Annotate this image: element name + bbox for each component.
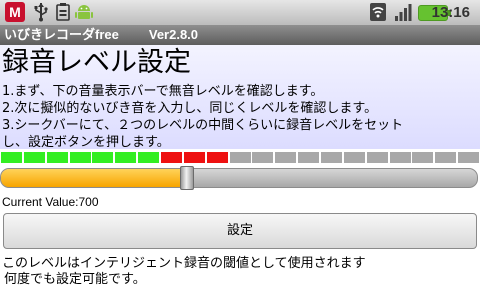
meter-segment-green (92, 152, 113, 163)
instructions-panel: 録音レベル設定 1.まず、下の音量表示バーで無音レベルを確認します。 2.次に擬… (0, 45, 480, 150)
meter-segment-gray (412, 152, 433, 163)
mcafee-icon: M (5, 2, 25, 22)
usb-icon (34, 3, 48, 22)
main-content: 録音レベル設定 1.まず、下の音量表示バーで無音レベルを確認します。 2.次に擬… (0, 45, 480, 288)
meter-segment-gray (367, 152, 388, 163)
signal-icon (395, 4, 412, 21)
meter-segment-green (47, 152, 68, 163)
recording-level-seekbar[interactable] (0, 166, 480, 190)
volume-level-meter (0, 152, 480, 164)
meter-segment-red (184, 152, 205, 163)
instruction-line-2: 2.次に擬似的ないびき音を入力し、同じくレベルを確認します。 (2, 101, 378, 116)
meter-segment-gray (321, 152, 342, 163)
instruction-line-4: し、設定ボタンを押します。 (2, 135, 170, 150)
debug-icon (56, 3, 70, 21)
android-icon (75, 5, 93, 19)
meter-segment-gray (252, 152, 273, 163)
footer-note-1: このレベルはインテリジェント録音の閾値として使用されます (2, 256, 366, 271)
meter-segment-red (161, 152, 182, 163)
meter-segment-green (138, 152, 159, 163)
app-version: Ver2.8.0 (148, 27, 199, 42)
meter-segment-gray (344, 152, 365, 163)
status-clock: 13:16 (431, 4, 470, 21)
footer-note-2: 何度でも設定可能です。 (4, 272, 146, 287)
meter-segment-gray (458, 152, 479, 163)
current-value-label: Current Value:700 (2, 195, 99, 209)
meter-segment-green (70, 152, 91, 163)
status-bar: M 13:16 (0, 0, 480, 25)
meter-segment-gray (435, 152, 456, 163)
meter-segment-green (24, 152, 45, 163)
app-title: いびきレコーダfree Ver2.8.0 (4, 26, 198, 44)
set-button[interactable]: 設定 (3, 213, 477, 249)
app-title-bar: いびきレコーダfree Ver2.8.0 (0, 25, 480, 45)
seekbar-track[interactable] (0, 168, 478, 188)
seekbar-progress (1, 169, 187, 187)
seekbar-thumb[interactable] (180, 166, 194, 190)
meter-segment-gray (298, 152, 319, 163)
meter-segment-gray (275, 152, 296, 163)
meter-segment-gray (230, 152, 251, 163)
instruction-line-3: 3.シークバーにて、２つのレベルの中間くらいに録音レベルをセット (2, 118, 404, 133)
meter-segment-green (1, 152, 22, 163)
meter-segment-green (115, 152, 136, 163)
page-title: 録音レベル設定 (2, 47, 191, 78)
meter-segment-red (207, 152, 228, 163)
app-name: いびきレコーダfree (4, 27, 119, 42)
instruction-line-1: 1.まず、下の音量表示バーで無音レベルを確認します。 (2, 84, 324, 99)
meter-segment-gray (390, 152, 411, 163)
wifi-icon (370, 3, 386, 21)
